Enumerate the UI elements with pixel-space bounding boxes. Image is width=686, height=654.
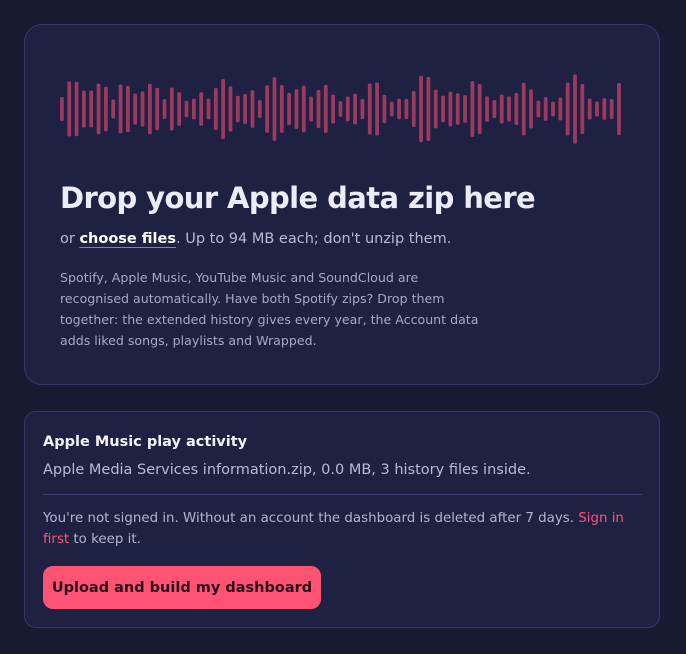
supported-services-description: Spotify, Apple Music, YouTube Music and … (60, 270, 479, 348)
divider (43, 494, 642, 495)
notice-suffix: to keep it. (69, 532, 141, 547)
size-note: . Up to 94 MB each; don't unzip them. (176, 231, 452, 247)
subtitle-prefix: or (60, 231, 80, 247)
notice-text: You're not signed in. Without an account… (43, 511, 579, 526)
selected-file-card: Apple Music play activity Apple Media Se… (24, 411, 660, 628)
choose-files-link[interactable]: choose files (79, 231, 176, 247)
file-info: Apple Media Services information.zip, 0.… (43, 462, 531, 478)
drop-zone-title: Drop your Apple data zip here (60, 181, 536, 215)
waveform-graphic (60, 74, 621, 144)
sign-in-notice: You're not signed in. Without an account… (43, 508, 643, 550)
upload-build-dashboard-button[interactable]: Upload and build my dashboard (43, 566, 321, 609)
drop-zone-subtitle: or choose files. Up to 94 MB each; don't… (60, 231, 451, 247)
file-card-title: Apple Music play activity (43, 434, 248, 450)
file-drop-zone[interactable]: Drop your Apple data zip here or choose … (24, 24, 660, 385)
